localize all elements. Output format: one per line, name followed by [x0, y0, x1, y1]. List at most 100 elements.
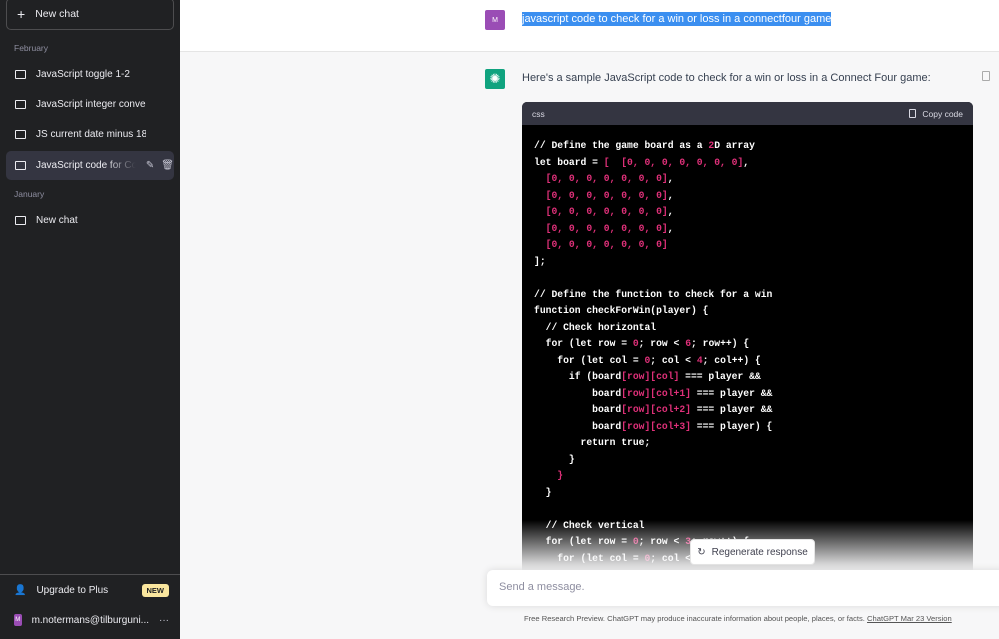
- code-token: for (let col =: [534, 354, 645, 366]
- code-token: ,: [667, 189, 674, 201]
- edit-icon[interactable]: ✎: [146, 160, 154, 171]
- code-line: for (let row = 0; row < 6; row++) {: [534, 336, 961, 353]
- code-line: }: [534, 485, 961, 502]
- code-token: [row][col]: [621, 371, 680, 382]
- sidebar-item-chat[interactable]: JavaScript integer conversion: [6, 90, 174, 119]
- clipboard-icon: [909, 109, 917, 118]
- code-token: board: [534, 404, 622, 415]
- code-token: for (let row =: [534, 338, 633, 349]
- code-token: // Define the function to check for a wi…: [534, 288, 773, 300]
- code-token: }: [534, 453, 575, 465]
- code-token: ,: [667, 173, 674, 184]
- code-token: [0, 0, 0, 0, 0, 0, 0]: [545, 189, 668, 201]
- code-line: [0, 0, 0, 0, 0, 0, 0]: [534, 237, 961, 254]
- code-line: board[row][col+3] === player) {: [534, 419, 961, 436]
- code-token: [0, 0, 0, 0, 0, 0, 0]: [545, 239, 668, 250]
- code-content: // Define the game board as a 2D array le…: [522, 125, 973, 580]
- code-token: }: [534, 486, 552, 498]
- code-line: let board = [ [0, 0, 0, 0, 0, 0, 0],: [534, 155, 961, 172]
- code-token: [0, 0, 0, 0, 0, 0, 0]: [545, 222, 668, 234]
- version-link[interactable]: ChatGPT Mar 23 Version: [867, 614, 952, 623]
- upgrade-button[interactable]: 👤 Upgrade to Plus NEW: [14, 584, 169, 597]
- chat-icon: [15, 130, 26, 139]
- more-icon[interactable]: ···: [159, 615, 169, 626]
- message-input[interactable]: Send a message.: [487, 570, 999, 606]
- section-label: January: [14, 189, 45, 199]
- code-token: function checkForWin(player) {: [534, 305, 709, 316]
- code-token: ,: [667, 206, 674, 217]
- footer-disclaimer: Free Research Preview. ChatGPT may produ…: [524, 614, 952, 623]
- chat-icon: [15, 216, 26, 225]
- code-header: css Copy code: [522, 102, 973, 125]
- sidebar: + New chat February JavaScript toggle 1-2…: [0, 0, 180, 639]
- plus-icon: +: [17, 6, 26, 22]
- code-token: [0, 0, 0, 0, 0, 0, 0]: [545, 206, 668, 217]
- code-line: // Define the function to check for a wi…: [534, 287, 961, 304]
- code-line: if (board[row][col] === player &&: [534, 369, 961, 386]
- sidebar-item-chat[interactable]: JavaScript toggle 1-2: [6, 60, 174, 89]
- code-line: [0, 0, 0, 0, 0, 0, 0],: [534, 171, 961, 188]
- refresh-icon: ↻: [697, 546, 706, 558]
- copy-code-button[interactable]: Copy code: [909, 109, 963, 119]
- code-token: // Define the game board as a: [534, 140, 709, 151]
- code-token: ; col <: [650, 354, 697, 366]
- sidebar-item-chat[interactable]: JS current date minus 18.: [6, 120, 174, 149]
- code-line: ];: [534, 254, 961, 271]
- code-block: css Copy code // Define the game board as…: [522, 102, 973, 582]
- code-token: === player &&: [679, 371, 761, 382]
- regenerate-response-button[interactable]: ↻ Regenerate response: [690, 539, 815, 565]
- chat-icon: [15, 161, 26, 170]
- code-line: board[row][col+2] === player &&: [534, 402, 961, 419]
- code-token: === player) {: [690, 420, 773, 432]
- code-line: return true;: [534, 435, 961, 452]
- code-line: [0, 0, 0, 0, 0, 0, 0],: [534, 221, 961, 238]
- code-token: [row][col+1]: [621, 387, 691, 399]
- new-badge: NEW: [141, 584, 169, 597]
- code-line: [0, 0, 0, 0, 0, 0, 0],: [534, 188, 961, 205]
- code-line: function checkForWin(player) {: [534, 303, 961, 320]
- sidebar-item-chat-active[interactable]: JavaScript code for Connect Four✎🗑: [6, 151, 174, 180]
- new-chat-button[interactable]: + New chat: [6, 0, 174, 30]
- code-token: === player &&: [690, 387, 773, 399]
- code-line: // Check horizontal: [534, 320, 961, 337]
- code-token: if (board: [534, 371, 622, 382]
- clipboard-icon[interactable]: [982, 71, 990, 81]
- user-icon: 👤: [14, 585, 27, 596]
- code-token: ,: [667, 222, 674, 234]
- code-token: board: [534, 387, 622, 399]
- account-menu[interactable]: Mm.notermans@tilburguni... ···: [14, 614, 169, 626]
- user-message-row: M javascript code to check for a win or …: [180, 0, 999, 52]
- code-token: let board =: [534, 156, 604, 168]
- code-token: ; row <: [638, 338, 686, 349]
- code-token: ,: [743, 156, 750, 168]
- code-token: [row][col+2]: [621, 404, 691, 415]
- code-token: // Check horizontal: [534, 321, 657, 333]
- code-language: css: [532, 108, 545, 119]
- code-token: [0, 0, 0, 0, 0, 0, 0]: [545, 173, 668, 184]
- chat-icon: [15, 70, 26, 79]
- chat-icon: [15, 100, 26, 109]
- code-line: }: [534, 468, 961, 485]
- code-token: === player &&: [690, 404, 773, 415]
- code-token: D array: [714, 140, 755, 151]
- code-token: board: [534, 420, 622, 432]
- code-line: [0, 0, 0, 0, 0, 0, 0],: [534, 204, 961, 221]
- avatar: M: [14, 614, 22, 626]
- code-token: ];: [534, 255, 546, 267]
- code-token: }: [557, 470, 564, 481]
- code-token: [ [0, 0, 0, 0, 0, 0, 0]: [603, 156, 744, 168]
- code-line: board[row][col+1] === player &&: [534, 386, 961, 403]
- code-line: // Define the game board as a 2D array: [534, 138, 961, 155]
- trash-icon[interactable]: 🗑: [161, 160, 174, 171]
- user-message: javascript code to check for a win or lo…: [522, 12, 832, 26]
- code-token: ; row++) {: [691, 338, 750, 349]
- sidebar-footer: [0, 574, 180, 575]
- sidebar-item-chat[interactable]: New chat: [6, 206, 174, 235]
